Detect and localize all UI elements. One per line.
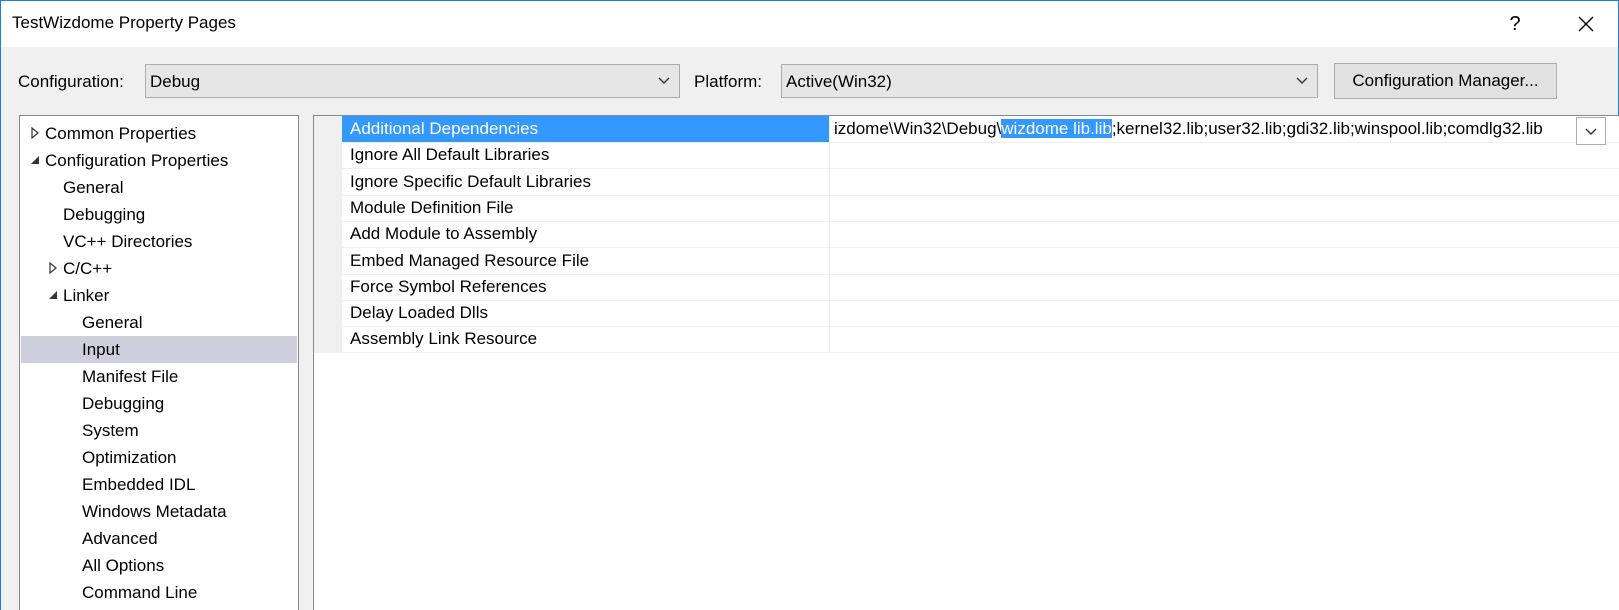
- expanded-triangle-icon[interactable]: [47, 289, 59, 301]
- row-gutter: [314, 300, 342, 328]
- title-bar: TestWizdome Property Pages ?: [1, 1, 1618, 47]
- row-gutter: [314, 194, 342, 222]
- close-icon: [1578, 16, 1594, 32]
- tree-item-label: General: [63, 178, 124, 197]
- tree-item-label: Debugging: [63, 205, 146, 224]
- property-row[interactable]: Force Symbol References: [314, 273, 1619, 301]
- property-name[interactable]: Module Definition File: [342, 194, 830, 221]
- row-gutter: [314, 116, 342, 143]
- tree-item-label: Command Line: [82, 583, 198, 602]
- property-row[interactable]: Ignore All Default Libraries: [314, 142, 1619, 170]
- tree-item-label: System: [82, 421, 139, 440]
- tree-item-label: Input: [82, 340, 120, 359]
- property-row[interactable]: Add Module to Assembly: [314, 221, 1619, 249]
- row-gutter: [314, 221, 342, 249]
- expanded-triangle-icon[interactable]: [29, 154, 41, 166]
- property-grid: Additional Dependencies izdome\Win32\Debu…: [313, 115, 1619, 610]
- tree-item-label: Advanced: [82, 529, 158, 548]
- property-name[interactable]: Ignore All Default Libraries: [342, 142, 830, 169]
- tree-item-label: Optimization: [82, 448, 177, 467]
- tree-item[interactable]: General: [21, 174, 297, 201]
- property-row[interactable]: Module Definition File: [314, 194, 1619, 222]
- tree-item[interactable]: Input: [21, 336, 297, 363]
- property-value[interactable]: [830, 169, 1570, 195]
- property-name[interactable]: Embed Managed Resource File: [342, 247, 830, 274]
- tree-item[interactable]: C/C++: [21, 255, 297, 282]
- tree-item-label: Linker: [63, 286, 110, 305]
- window-title: TestWizdome Property Pages: [12, 13, 236, 32]
- configuration-manager-button[interactable]: Configuration Manager...: [1334, 63, 1557, 99]
- tree-item-label: Configuration Properties: [45, 151, 229, 170]
- property-value[interactable]: [830, 248, 1570, 274]
- chevron-down-icon: [1585, 128, 1597, 135]
- tree-item[interactable]: Embedded IDL: [21, 471, 297, 498]
- tree-item-label: C/C++: [63, 259, 113, 278]
- tree-item-label: Common Properties: [45, 124, 197, 143]
- property-value[interactable]: [830, 142, 1570, 168]
- tree-item-label: Embedded IDL: [82, 475, 196, 494]
- tree-item[interactable]: All Options: [21, 552, 297, 579]
- configuration-dropdown[interactable]: Debug: [145, 64, 680, 98]
- property-row[interactable]: Assembly Link Resource: [314, 326, 1619, 354]
- tree-item[interactable]: Configuration Properties: [21, 147, 297, 174]
- platform-value: Active(Win32): [786, 72, 892, 91]
- tree-item[interactable]: General: [21, 309, 297, 336]
- row-gutter: [314, 326, 342, 354]
- property-row[interactable]: Delay Loaded Dlls: [314, 300, 1619, 328]
- property-row[interactable]: Ignore Specific Default Libraries: [314, 168, 1619, 196]
- help-button[interactable]: ?: [1492, 1, 1538, 47]
- close-button[interactable]: [1563, 1, 1609, 47]
- chevron-down-icon: [658, 77, 670, 84]
- tree-item-label: Debugging: [82, 394, 165, 413]
- property-value[interactable]: izdome\Win32\Debug\wizdome lib.lib;kerne…: [830, 116, 1570, 142]
- tree-item[interactable]: Advanced: [21, 525, 297, 552]
- property-value[interactable]: [830, 274, 1570, 300]
- property-value[interactable]: [830, 221, 1570, 247]
- help-icon: ?: [1509, 12, 1521, 35]
- property-value[interactable]: [830, 195, 1570, 221]
- property-name[interactable]: Ignore Specific Default Libraries: [342, 168, 830, 195]
- property-name[interactable]: Force Symbol References: [342, 273, 830, 300]
- property-row[interactable]: Embed Managed Resource File: [314, 247, 1619, 275]
- tree-item[interactable]: Linker: [21, 282, 297, 309]
- dependencies-selected-text: wizdome lib.lib: [1001, 119, 1112, 138]
- tree-item-label: Manifest File: [82, 367, 179, 386]
- collapsed-triangle-icon[interactable]: [29, 127, 41, 139]
- tree-item[interactable]: Windows Metadata: [21, 498, 297, 525]
- property-name[interactable]: Add Module to Assembly: [342, 221, 830, 248]
- platform-label: Platform:: [694, 72, 763, 91]
- tree-item[interactable]: System: [21, 417, 297, 444]
- tree-item[interactable]: Common Properties: [21, 120, 297, 147]
- collapsed-triangle-icon[interactable]: [47, 262, 59, 274]
- tree-item[interactable]: Command Line: [21, 579, 297, 606]
- tree-item[interactable]: VC++ Directories: [21, 228, 297, 255]
- property-pages-window: TestWizdome Property Pages ? Configurati…: [0, 0, 1619, 610]
- property-row[interactable]: Additional Dependencies izdome\Win32\Debu…: [314, 116, 1619, 145]
- property-value[interactable]: [830, 326, 1570, 352]
- configuration-label: Configuration:: [18, 72, 124, 91]
- configuration-value: Debug: [150, 72, 201, 91]
- tree-item[interactable]: Debugging: [21, 390, 297, 417]
- property-name[interactable]: Additional Dependencies: [342, 116, 830, 142]
- tree-item-label: Windows Metadata: [82, 502, 227, 521]
- value-dropdown-button[interactable]: [1576, 117, 1606, 145]
- row-gutter: [314, 142, 342, 170]
- property-tree[interactable]: Common Properties Configuration Propertie…: [19, 115, 299, 610]
- tree-item[interactable]: Debugging: [21, 201, 297, 228]
- tree-item[interactable]: Manifest File: [21, 363, 297, 390]
- chevron-down-icon: [1296, 77, 1308, 84]
- property-value[interactable]: [830, 300, 1570, 326]
- tree-item[interactable]: Optimization: [21, 444, 297, 471]
- dependencies-library-list: ;kernel32.lib;user32.lib;gdi32.lib;winsp…: [1111, 119, 1543, 138]
- dependencies-path-prefix: izdome\Win32\Debug\: [834, 119, 1002, 138]
- property-name[interactable]: Assembly Link Resource: [342, 326, 830, 353]
- platform-dropdown[interactable]: Active(Win32): [781, 64, 1318, 98]
- row-gutter: [314, 273, 342, 301]
- row-gutter: [314, 247, 342, 275]
- tree-item-label: General: [82, 313, 143, 332]
- row-gutter: [314, 168, 342, 196]
- tree-item-label: All Options: [82, 556, 165, 575]
- tree-item-label: VC++ Directories: [63, 232, 193, 251]
- property-name[interactable]: Delay Loaded Dlls: [342, 300, 830, 327]
